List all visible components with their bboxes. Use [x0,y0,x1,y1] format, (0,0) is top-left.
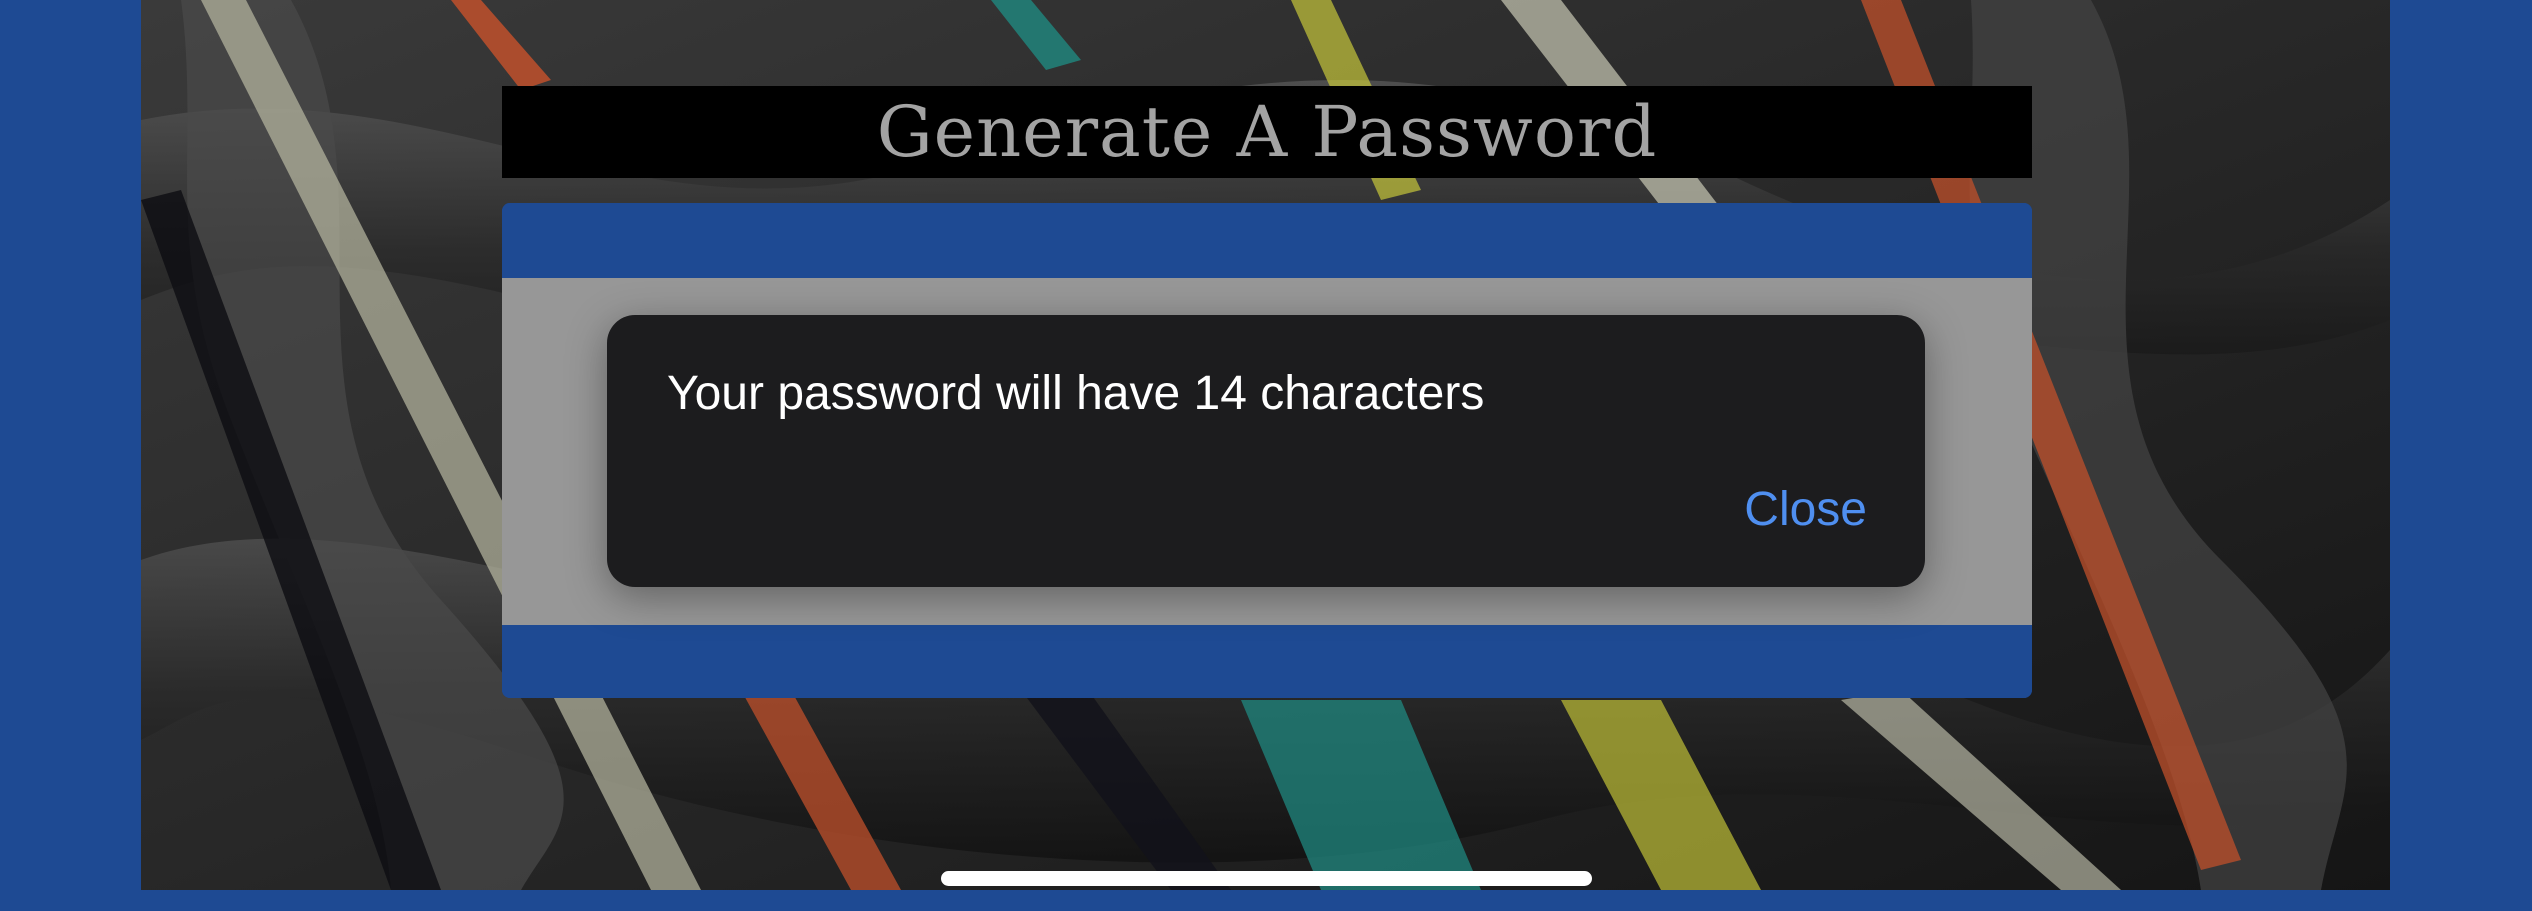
title-bar: Generate A Password [502,86,2032,178]
alert-message: Your password will have 14 characters [667,367,1485,420]
card-footer-band [502,625,2032,698]
page-title: Generate A Password [876,91,1658,173]
home-indicator[interactable] [941,871,1592,886]
close-button[interactable]: Close [1744,481,1867,539]
card-header-band [502,203,2032,278]
alert-dialog: Your password will have 14 characters Cl… [607,315,1925,587]
